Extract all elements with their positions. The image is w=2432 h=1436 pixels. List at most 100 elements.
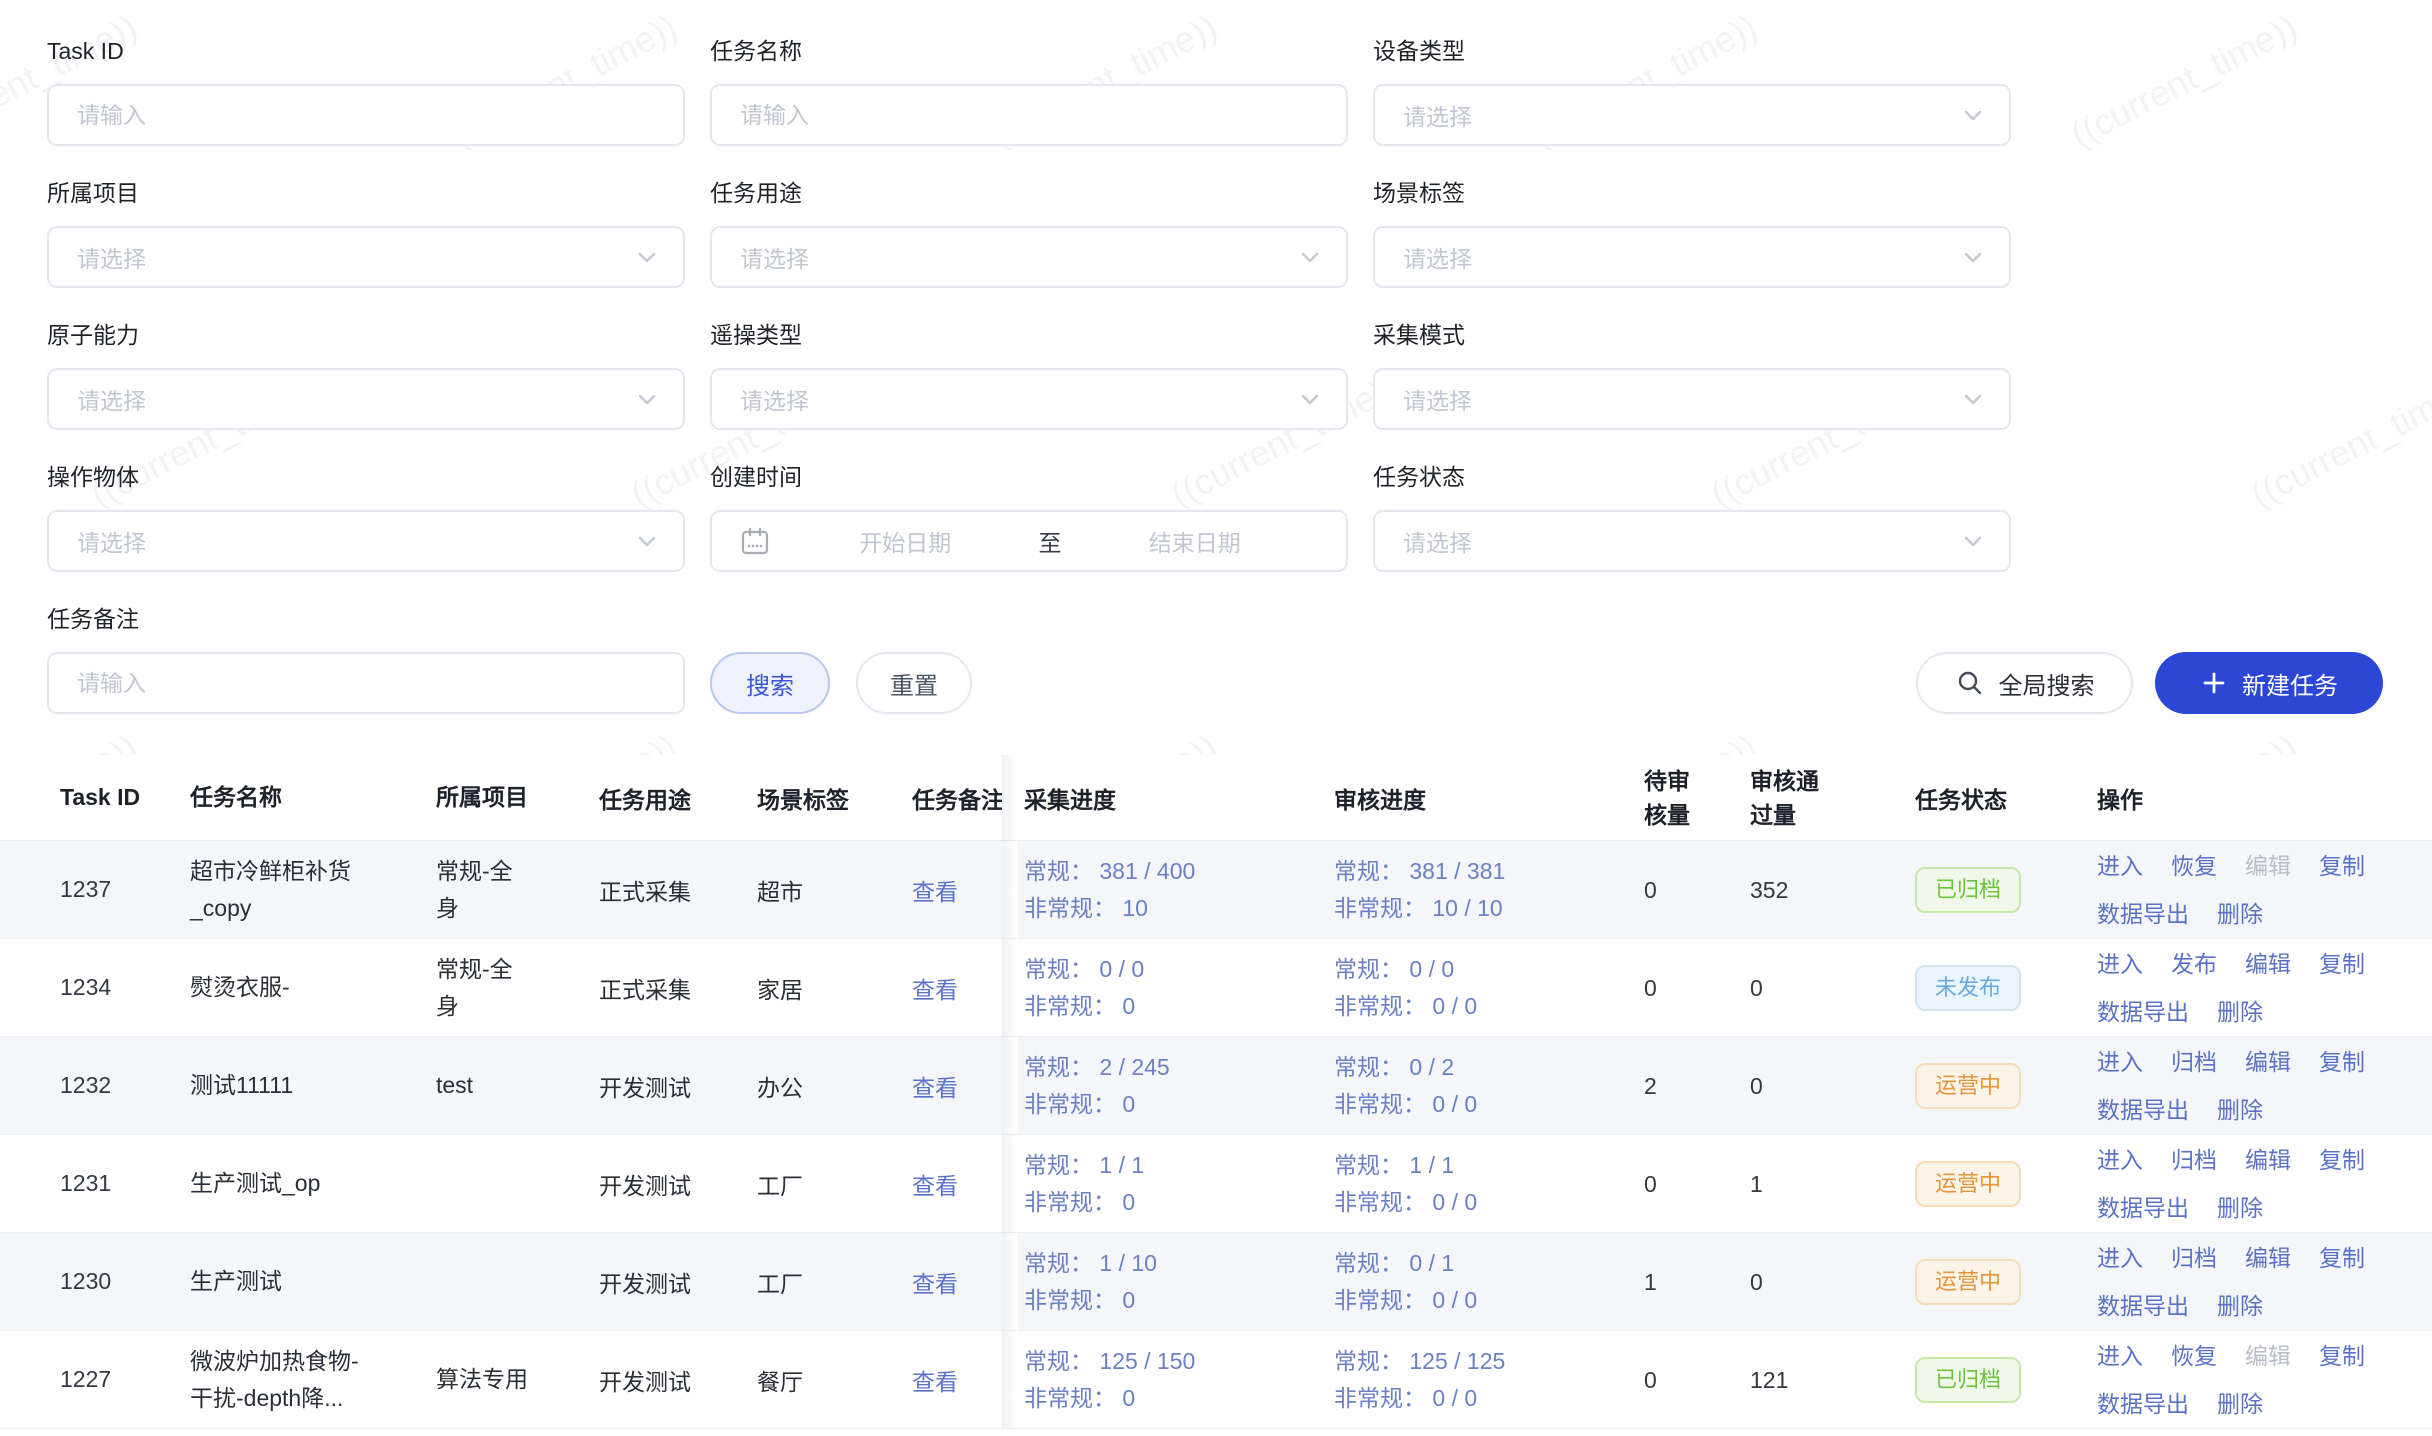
op-link[interactable]: 编辑 [2245,1240,2291,1276]
cell-task-name: 生产测试_op [190,1135,436,1232]
operate-object-select[interactable]: 请选择 [47,510,685,572]
scene-tag-select[interactable]: 请选择 [1373,226,2011,288]
cell-review-progress: 常规： 0 / 1非常规： 0 / 0 [1328,1233,1630,1330]
calendar-icon [738,524,772,558]
task-name-input[interactable] [710,84,1348,146]
cell-task-id: 1231 [0,1135,190,1232]
op-link[interactable]: 恢复 [2171,848,2217,884]
op-link[interactable]: 复制 [2319,848,2365,884]
cell-collect-progress: 常规： 381 / 400非常规： 10 [1018,841,1328,938]
cell-review-progress: 常规： 125 / 125非常规： 0 / 0 [1328,1331,1630,1428]
collect-mode-select[interactable]: 请选择 [1373,368,2011,430]
op-link[interactable]: 编辑 [2245,946,2291,982]
fixed-column-gap [1002,1331,1018,1428]
col-status: 任务状态 [1905,755,2094,840]
cell-remark: 查看 [912,939,1002,1036]
op-link[interactable]: 归档 [2171,1044,2217,1080]
view-remark-link[interactable]: 查看 [912,1265,958,1299]
op-link[interactable]: 数据导出 [2097,1190,2189,1226]
atomic-capability-select[interactable]: 请选择 [47,368,685,430]
cell-review-progress: 常规： 381 / 381非常规： 10 / 10 [1328,841,1630,938]
chevron-down-icon [635,387,659,411]
toolbar-right: 全局搜索 新建任务 [1916,652,2383,714]
search-button[interactable]: 搜索 [710,652,830,714]
op-link[interactable]: 删除 [2217,1386,2263,1422]
op-link[interactable]: 进入 [2097,1044,2143,1080]
cell-scene-tag: 超市 [757,841,912,938]
cell-scene-tag: 家居 [757,939,912,1036]
field-label: 任务状态 [1373,464,2011,490]
op-link[interactable]: 数据导出 [2097,1092,2189,1128]
op-link[interactable]: 恢复 [2171,1338,2217,1374]
op-link[interactable]: 进入 [2097,848,2143,884]
table-row: 1231 生产测试_op 开发测试 工厂 查看 常规： 1 / 1非常规： 0 … [0,1135,2432,1233]
fixed-column-gap [1002,1233,1018,1330]
teleop-type-select[interactable]: 请选择 [710,368,1348,430]
status-badge: 已归档 [1915,1357,2021,1403]
view-remark-link[interactable]: 查看 [912,873,958,907]
field-label: 操作物体 [47,464,685,490]
view-remark-link[interactable]: 查看 [912,1069,958,1103]
new-task-button[interactable]: 新建任务 [2155,652,2383,714]
col-task-id: Task ID [0,755,190,840]
col-remark: 任务备注 [912,755,1002,840]
cell-review-progress: 常规： 0 / 2非常规： 0 / 0 [1328,1037,1630,1134]
op-link[interactable]: 编辑 [2245,1044,2291,1080]
op-link[interactable]: 数据导出 [2097,896,2189,932]
op-link[interactable]: 发布 [2171,946,2217,982]
op-link[interactable]: 复制 [2319,1240,2365,1276]
op-link[interactable]: 数据导出 [2097,994,2189,1030]
cell-scene-tag: 工厂 [757,1233,912,1330]
cell-collect-progress: 常规： 0 / 0非常规： 0 [1018,939,1328,1036]
cell-pending-count: 0 [1630,939,1745,1036]
op-link[interactable]: 进入 [2097,1338,2143,1374]
global-search-button[interactable]: 全局搜索 [1916,652,2133,714]
op-link[interactable]: 归档 [2171,1240,2217,1276]
cell-scene-tag: 工厂 [757,1135,912,1232]
cell-status: 运营中 [1905,1037,2094,1134]
op-link[interactable]: 复制 [2319,946,2365,982]
op-link[interactable]: 删除 [2217,1092,2263,1128]
field-label: 任务用途 [710,180,1348,206]
op-link[interactable]: 进入 [2097,1240,2143,1276]
field-task-remark: 任务备注 [47,606,685,714]
view-remark-link[interactable]: 查看 [912,1363,958,1397]
cell-task-name: 微波炉加热食物-干扰-depth降... [190,1331,436,1428]
col-pending-count: 待审核量 [1630,755,1745,840]
op-link[interactable]: 编辑 [2245,1142,2291,1178]
op-link[interactable]: 归档 [2171,1142,2217,1178]
cell-task-name: 测试11111 [190,1037,436,1134]
view-remark-link[interactable]: 查看 [912,971,958,1005]
op-link[interactable]: 删除 [2217,1190,2263,1226]
op-link[interactable]: 复制 [2319,1338,2365,1374]
op-link[interactable]: 数据导出 [2097,1288,2189,1324]
cell-collect-progress: 常规： 1 / 1非常规： 0 [1018,1135,1328,1232]
op-link[interactable]: 数据导出 [2097,1386,2189,1422]
op-link[interactable]: 进入 [2097,946,2143,982]
select-placeholder: 请选择 [1403,524,1472,558]
purpose-select[interactable]: 请选择 [710,226,1348,288]
cell-project: 常规-全身 [436,841,599,938]
op-link[interactable]: 删除 [2217,994,2263,1030]
device-type-select[interactable]: 请选择 [1373,84,2011,146]
view-remark-link[interactable]: 查看 [912,1167,958,1201]
task-status-select[interactable]: 请选择 [1373,510,2011,572]
project-select[interactable]: 请选择 [47,226,685,288]
cell-task-id: 1232 [0,1037,190,1134]
chevron-down-icon [1961,245,1985,269]
create-time-range-picker[interactable]: 开始日期 至 结束日期 [710,510,1348,572]
task-remark-input[interactable] [47,652,685,714]
cell-remark: 查看 [912,1331,1002,1428]
cell-task-id: 1227 [0,1331,190,1428]
field-task-id: Task ID [47,38,685,146]
chevron-down-icon [1961,529,1985,553]
op-link[interactable]: 进入 [2097,1142,2143,1178]
op-link[interactable]: 复制 [2319,1044,2365,1080]
table-row: 1227 微波炉加热食物-干扰-depth降... 算法专用 开发测试 餐厅 查… [0,1331,2432,1429]
task-id-input[interactable] [47,84,685,146]
op-link[interactable]: 删除 [2217,896,2263,932]
op-link[interactable]: 删除 [2217,1288,2263,1324]
reset-button[interactable]: 重置 [856,652,972,714]
op-link[interactable]: 复制 [2319,1142,2365,1178]
field-teleop-type: 遥操类型 请选择 [710,322,1348,430]
